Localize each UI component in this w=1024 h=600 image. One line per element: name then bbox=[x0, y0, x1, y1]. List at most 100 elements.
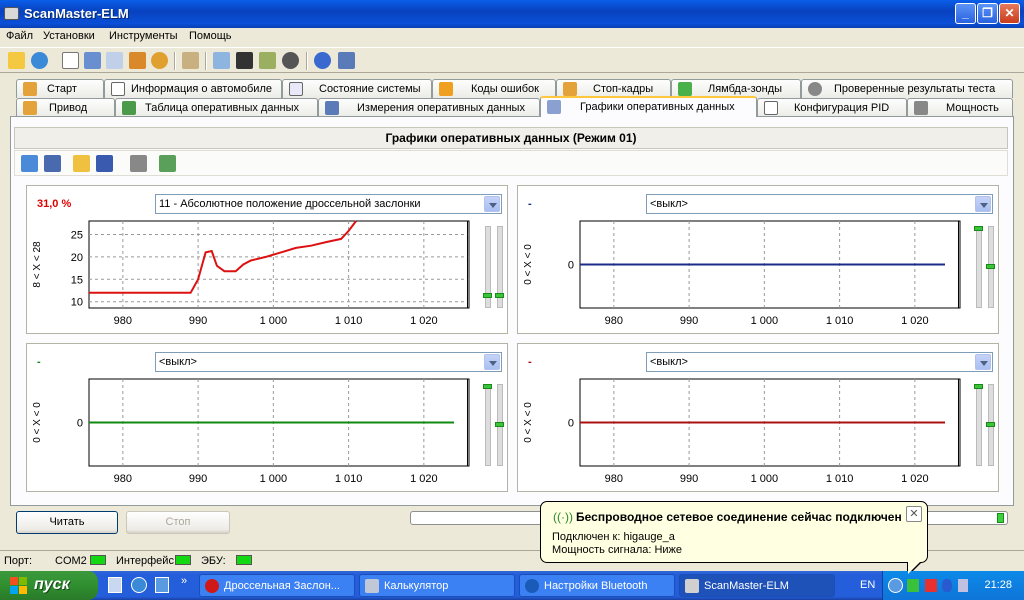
y-tick-label: 0 bbox=[77, 418, 83, 430]
x-tick-label: 1 000 bbox=[260, 315, 288, 327]
x-tick-label: 1 020 bbox=[901, 315, 929, 327]
read-button[interactable]: Читать bbox=[16, 511, 118, 534]
ecu-label: ЭБУ: bbox=[201, 555, 226, 567]
task-bluetooth-settings[interactable]: Настройки Bluetooth bbox=[519, 574, 675, 597]
table-icon[interactable] bbox=[84, 52, 101, 69]
graph-icon[interactable] bbox=[129, 52, 146, 69]
slider-handle[interactable] bbox=[495, 422, 504, 427]
meter-icon bbox=[325, 101, 339, 115]
menu-file[interactable]: Файл bbox=[6, 30, 33, 42]
start-button[interactable]: пуск bbox=[0, 571, 98, 600]
x-tick-label: 990 bbox=[189, 473, 207, 485]
slider-handle[interactable] bbox=[986, 264, 995, 269]
quicklaunch-expand-icon[interactable]: » bbox=[181, 575, 187, 587]
tab-power[interactable]: Мощность bbox=[907, 98, 1013, 117]
security-icon[interactable] bbox=[925, 579, 937, 592]
info-icon bbox=[111, 82, 125, 96]
export-icon[interactable] bbox=[159, 155, 176, 172]
slider-handle[interactable] bbox=[495, 293, 504, 298]
tab-start[interactable]: Старт bbox=[16, 79, 104, 98]
slider-handle[interactable] bbox=[483, 293, 492, 298]
task-calculator[interactable]: Калькулятор bbox=[359, 574, 515, 597]
y-axis-label: 0 < X < 0 bbox=[523, 244, 534, 285]
x-tick-label: 1 000 bbox=[751, 473, 779, 485]
tab-drive[interactable]: Привод bbox=[16, 98, 115, 117]
y-axis-label: 0 < X < 0 bbox=[32, 402, 43, 443]
open-folder-icon[interactable] bbox=[73, 155, 90, 172]
menu-tools[interactable]: Инструменты bbox=[109, 30, 178, 42]
print-icon[interactable] bbox=[130, 155, 147, 172]
measure-icon[interactable] bbox=[106, 52, 123, 69]
monitor-icon[interactable] bbox=[213, 52, 230, 69]
x-tick-label: 1 010 bbox=[335, 315, 363, 327]
close-button[interactable]: ✕ bbox=[999, 3, 1020, 24]
tab-pid-config[interactable]: Конфигурация PID bbox=[757, 98, 907, 117]
x-tick-label: 980 bbox=[605, 315, 623, 327]
clipboard-icon[interactable] bbox=[182, 52, 199, 69]
minimize-button[interactable]: _ bbox=[955, 3, 976, 24]
graph-canvas: 980 990 1 000 1 010 1 020 0 0 < X < 0 bbox=[523, 378, 961, 485]
tab-trouble-codes[interactable]: Коды ошибок bbox=[432, 79, 556, 98]
about-icon[interactable] bbox=[314, 52, 331, 69]
tab-label: Мощность bbox=[946, 102, 999, 114]
tab-label: Коды ошибок bbox=[471, 83, 539, 95]
quicklaunch-app-icon[interactable] bbox=[155, 577, 169, 593]
task-scanmaster[interactable]: ScanMaster-ELM bbox=[679, 574, 835, 597]
title-bar[interactable]: ScanMaster-ELM _ ❐ ✕ bbox=[0, 0, 1024, 28]
x-tick-label: 1 020 bbox=[901, 473, 929, 485]
x-tick-label: 980 bbox=[605, 473, 623, 485]
tab-test-results[interactable]: Проверенные результаты теста bbox=[801, 79, 1013, 98]
ecu-led bbox=[236, 555, 252, 565]
scanmaster-icon bbox=[685, 579, 699, 593]
terminal-icon[interactable] bbox=[236, 52, 253, 69]
wireless-notification[interactable]: ((·)) Беспроводное сетевое соединение се… bbox=[540, 501, 928, 577]
warning-icon bbox=[439, 82, 453, 96]
x-tick-label: 1 010 bbox=[826, 473, 854, 485]
tab-live-data-meter[interactable]: Измерения оперативных данных bbox=[318, 98, 540, 117]
close-icon[interactable]: ✕ bbox=[906, 506, 922, 522]
slider-handle[interactable] bbox=[986, 422, 995, 427]
show-hidden-icon[interactable] bbox=[888, 578, 903, 593]
device-icon[interactable] bbox=[958, 579, 968, 592]
exit-icon[interactable] bbox=[338, 52, 355, 69]
task-opera[interactable]: Дроссельная Заслон... bbox=[199, 574, 355, 597]
x-tick-label: 990 bbox=[189, 315, 207, 327]
tab-vehicle-info[interactable]: Информация о автомобиле bbox=[104, 79, 282, 98]
globe-icon[interactable] bbox=[31, 52, 48, 69]
panel-title: Графики оперативных данных (Режим 01) bbox=[14, 127, 1008, 149]
stop-button[interactable]: Стоп bbox=[126, 511, 230, 534]
tab-label: Таблица оперативных данных bbox=[145, 102, 300, 114]
remove-graph-icon[interactable] bbox=[44, 155, 61, 172]
y-axis-label: 0 < X < 0 bbox=[523, 402, 534, 443]
slider-handle[interactable] bbox=[974, 226, 983, 231]
min-slider[interactable] bbox=[976, 226, 982, 308]
slider-handle[interactable] bbox=[974, 384, 983, 389]
bluetooth-tray-icon[interactable] bbox=[942, 579, 952, 592]
quicklaunch-ie-icon[interactable] bbox=[131, 577, 147, 593]
quicklaunch-doc-icon[interactable] bbox=[108, 577, 122, 593]
start-icon bbox=[23, 82, 37, 96]
graph-panel-2: - <выкл> 980 990 1 000 1 010 1 020 0 0 < X < 0 bbox=[517, 185, 999, 334]
tab-live-data-graphs[interactable]: Графики оперативных данных bbox=[540, 96, 757, 117]
save-icon[interactable] bbox=[96, 155, 113, 172]
add-graph-icon[interactable] bbox=[21, 155, 38, 172]
drive-icon bbox=[23, 101, 37, 115]
menu-settings[interactable]: Установки bbox=[43, 30, 95, 42]
sensor-icon[interactable] bbox=[151, 52, 168, 69]
min-slider[interactable] bbox=[485, 384, 491, 466]
slider-handle[interactable] bbox=[483, 384, 492, 389]
tab-live-data-table[interactable]: Таблица оперативных данных bbox=[115, 98, 318, 117]
tab-system-status[interactable]: Состояние системы bbox=[282, 79, 432, 98]
menu-help[interactable]: Помощь bbox=[189, 30, 232, 42]
dashboard-icon[interactable] bbox=[282, 52, 299, 69]
language-indicator[interactable]: EN bbox=[860, 579, 875, 591]
maximize-button[interactable]: ❐ bbox=[977, 3, 998, 24]
tab-label: Лямбда-зонды bbox=[708, 83, 783, 95]
battery-icon[interactable] bbox=[259, 52, 276, 69]
toolbar-separator bbox=[306, 52, 308, 70]
tab-label: Графики оперативных данных bbox=[580, 101, 735, 113]
info-doc-icon[interactable] bbox=[62, 52, 79, 69]
min-slider[interactable] bbox=[976, 384, 982, 466]
connect-icon[interactable] bbox=[8, 52, 25, 69]
network-icon[interactable] bbox=[907, 579, 919, 592]
